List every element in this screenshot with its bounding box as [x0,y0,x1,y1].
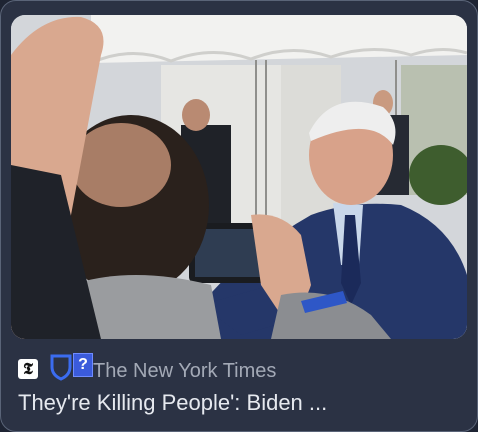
news-thumbnail[interactable] [11,15,467,339]
news-photo [11,15,467,339]
unknown-rating-badge[interactable]: ? [73,353,93,377]
unknown-rating-label: ? [78,356,88,373]
headline-link[interactable]: They're Killing People': Biden ... [18,389,468,417]
source-row: 𝕿 ? The New York Times [18,353,276,383]
shield-icon[interactable] [50,353,72,381]
source-name: The New York Times [93,360,277,382]
news-card[interactable]: 𝕿 ? The New York Times They're Killing P… [0,0,478,432]
nyt-logo-icon: 𝕿 [18,359,38,379]
